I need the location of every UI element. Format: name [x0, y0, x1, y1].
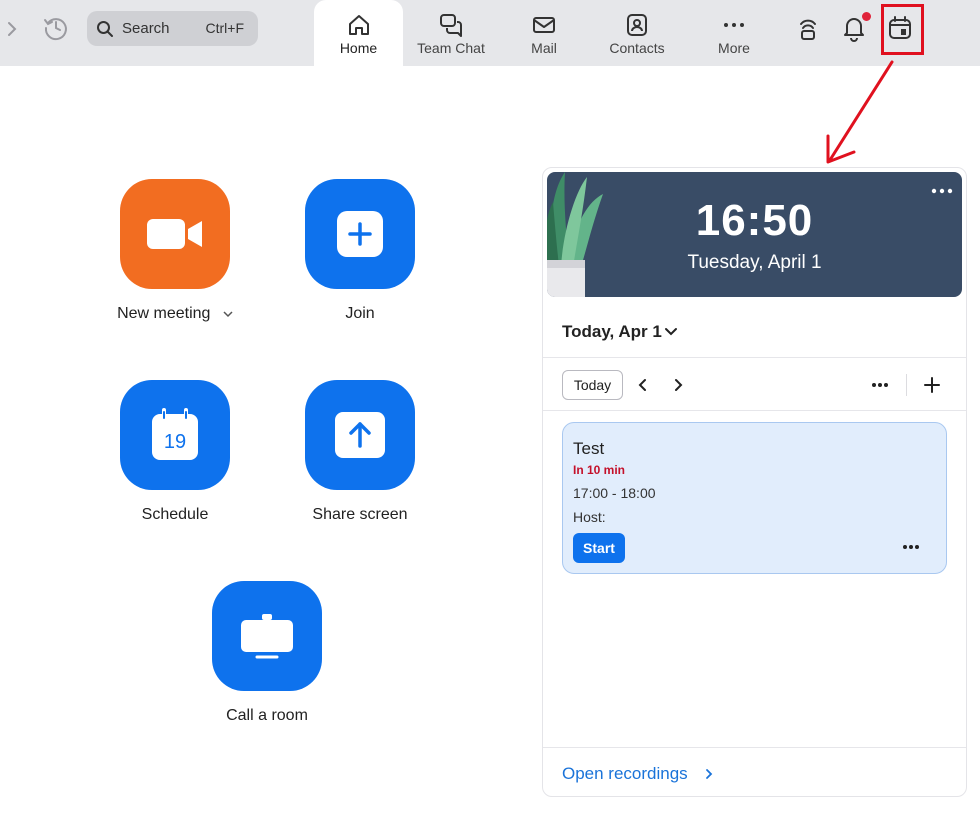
tab-more[interactable]: More: [694, 0, 774, 66]
date-heading[interactable]: Today, Apr 1: [562, 322, 662, 342]
clock-date: Tuesday, April 1: [687, 252, 822, 273]
tab-label: More: [718, 40, 750, 56]
mail-icon: [533, 17, 555, 33]
event-host: Host:: [573, 509, 606, 525]
event-title: Test: [573, 439, 605, 458]
share-screen-label: Share screen: [312, 506, 408, 523]
event-relative-time: In 10 min: [573, 463, 626, 477]
divider: [543, 747, 966, 748]
chevron-right-icon[interactable]: [703, 767, 715, 781]
tab-label: Mail: [531, 40, 557, 56]
video-camera-icon: [147, 219, 202, 249]
open-recordings-link[interactable]: Open recordings: [562, 764, 688, 784]
contacts-icon: [627, 14, 647, 36]
plus-icon: [337, 211, 383, 257]
start-button[interactable]: Start: [573, 533, 625, 563]
tab-label: Home: [339, 40, 378, 56]
join-button[interactable]: [305, 179, 415, 289]
more-options-icon[interactable]: [871, 376, 889, 394]
phone-handset-icon[interactable]: [795, 14, 821, 42]
clock-banner: 16:50 Tuesday, April 1: [547, 172, 962, 297]
forward-arrow-icon[interactable]: [4, 18, 22, 40]
tab-label: Contacts: [609, 40, 665, 56]
history-icon[interactable]: [42, 14, 70, 42]
event-time-range: 17:00 - 18:00: [573, 485, 656, 501]
search-label: Search: [122, 20, 170, 37]
divider: [543, 357, 966, 358]
tab-mail[interactable]: Mail: [504, 0, 584, 66]
upload-arrow-icon: [335, 412, 385, 458]
today-button[interactable]: Today: [562, 370, 623, 400]
call-a-room-button[interactable]: [212, 581, 322, 691]
chat-icon: [440, 14, 462, 37]
tab-team-chat[interactable]: Team Chat: [408, 0, 494, 66]
notification-dot: [862, 12, 871, 21]
call-a-room-label: Call a room: [226, 707, 308, 724]
calendar-day-number: 19: [164, 431, 186, 453]
clock-time: 16:50: [695, 196, 814, 245]
search-icon: [97, 21, 113, 37]
schedule-label: Schedule: [141, 506, 209, 523]
join-label: Join: [345, 305, 375, 322]
chevron-right-icon[interactable]: [669, 376, 687, 394]
tab-label: Team Chat: [417, 40, 485, 56]
search-shortcut: Ctrl+F: [205, 20, 245, 36]
tab-contacts[interactable]: Contacts: [597, 0, 677, 66]
more-icon: [724, 23, 744, 27]
share-screen-button[interactable]: [305, 380, 415, 490]
calendar-highlight-box: [881, 4, 924, 55]
new-meeting-button[interactable]: [120, 179, 230, 289]
new-meeting-label[interactable]: New meeting: [85, 305, 265, 323]
chevron-down-icon[interactable]: [223, 310, 233, 318]
annotation-arrow: [826, 60, 894, 164]
chevron-left-icon[interactable]: [634, 376, 652, 394]
banner-more-icon[interactable]: [930, 186, 954, 196]
add-icon[interactable]: [923, 376, 941, 394]
schedule-button[interactable]: 19: [120, 380, 230, 490]
toolbar-separator: [906, 374, 907, 396]
divider: [543, 410, 966, 411]
tab-home[interactable]: Home: [314, 0, 403, 66]
chevron-down-icon[interactable]: [664, 326, 678, 338]
search-bar[interactable]: Search Ctrl+F: [87, 11, 258, 46]
event-card[interactable]: Test In 10 min 17:00 - 18:00 Host: Start: [562, 422, 947, 574]
calendar-19-icon: 19: [152, 408, 198, 460]
monitor-icon: [241, 614, 293, 659]
event-more-icon[interactable]: [902, 543, 920, 551]
home-icon: [348, 15, 369, 35]
